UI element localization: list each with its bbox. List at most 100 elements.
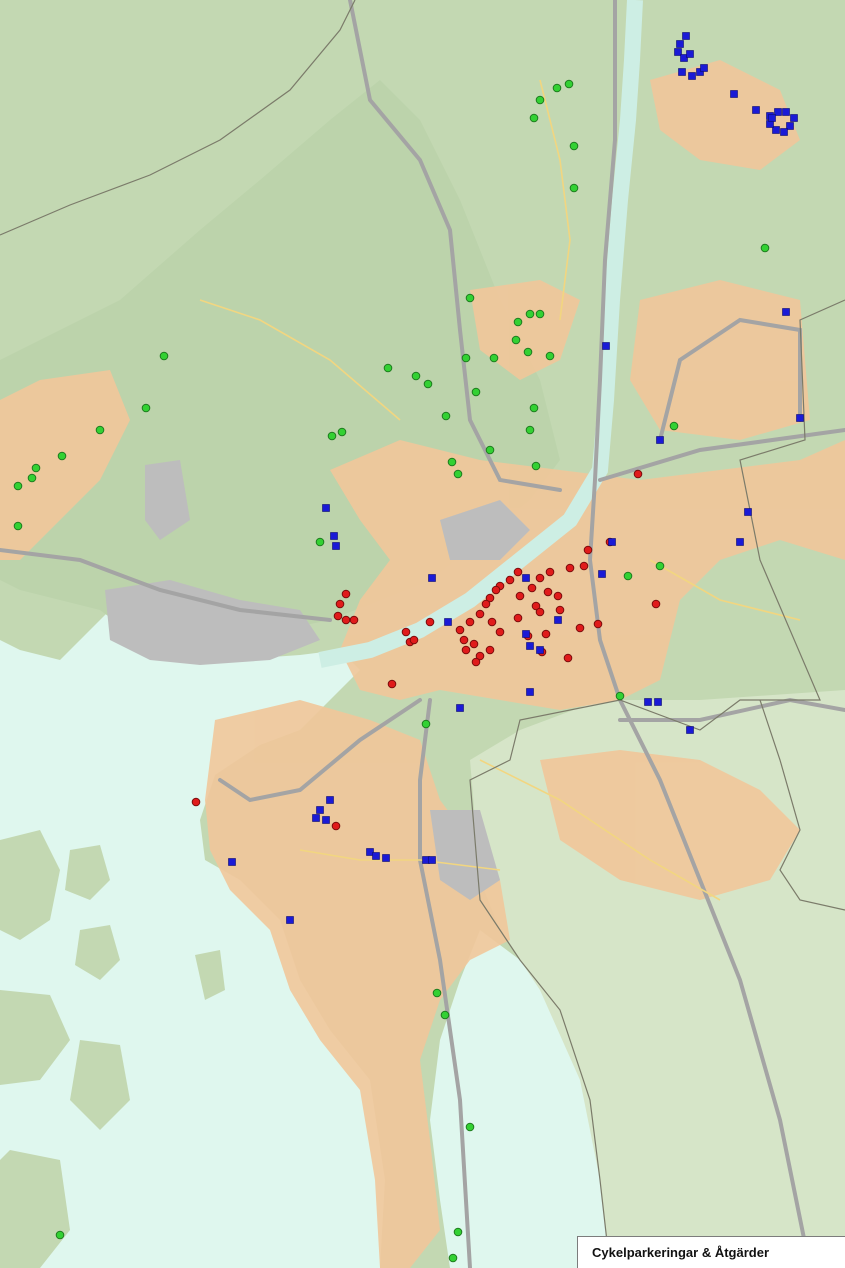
red-marker[interactable] xyxy=(535,573,545,583)
green-marker[interactable] xyxy=(511,335,521,345)
green-marker[interactable] xyxy=(327,431,337,441)
green-marker[interactable] xyxy=(423,379,433,389)
green-marker[interactable] xyxy=(448,1253,458,1263)
green-marker[interactable] xyxy=(535,95,545,105)
red-marker[interactable] xyxy=(515,591,525,601)
red-marker[interactable] xyxy=(543,587,553,597)
red-marker[interactable] xyxy=(651,599,661,609)
blue-marker[interactable] xyxy=(676,40,684,48)
red-marker[interactable] xyxy=(335,599,345,609)
red-marker[interactable] xyxy=(583,545,593,555)
blue-marker[interactable] xyxy=(322,504,330,512)
blue-marker[interactable] xyxy=(654,698,662,706)
blue-marker[interactable] xyxy=(700,64,708,72)
blue-marker[interactable] xyxy=(782,308,790,316)
green-marker[interactable] xyxy=(485,445,495,455)
blue-marker[interactable] xyxy=(316,806,324,814)
red-marker[interactable] xyxy=(465,617,475,627)
red-marker[interactable] xyxy=(505,575,515,585)
blue-marker[interactable] xyxy=(688,72,696,80)
blue-marker[interactable] xyxy=(322,816,330,824)
green-marker[interactable] xyxy=(95,425,105,435)
blue-marker[interactable] xyxy=(736,538,744,546)
red-marker[interactable] xyxy=(191,797,201,807)
green-marker[interactable] xyxy=(55,1230,65,1240)
red-marker[interactable] xyxy=(513,613,523,623)
blue-marker[interactable] xyxy=(796,414,804,422)
red-marker[interactable] xyxy=(455,625,465,635)
blue-marker[interactable] xyxy=(428,856,436,864)
red-marker[interactable] xyxy=(563,653,573,663)
red-marker[interactable] xyxy=(565,563,575,573)
red-marker[interactable] xyxy=(401,627,411,637)
green-marker[interactable] xyxy=(489,353,499,363)
green-marker[interactable] xyxy=(421,719,431,729)
red-marker[interactable] xyxy=(409,635,419,645)
green-marker[interactable] xyxy=(529,403,539,413)
green-marker[interactable] xyxy=(552,83,562,93)
blue-marker[interactable] xyxy=(228,858,236,866)
red-marker[interactable] xyxy=(491,585,501,595)
red-marker[interactable] xyxy=(469,639,479,649)
green-marker[interactable] xyxy=(465,293,475,303)
blue-marker[interactable] xyxy=(326,796,334,804)
red-marker[interactable] xyxy=(341,615,351,625)
blue-marker[interactable] xyxy=(782,108,790,116)
blue-marker[interactable] xyxy=(522,574,530,582)
green-marker[interactable] xyxy=(411,371,421,381)
blue-marker[interactable] xyxy=(526,642,534,650)
blue-marker[interactable] xyxy=(730,90,738,98)
green-marker[interactable] xyxy=(441,411,451,421)
blue-marker[interactable] xyxy=(656,436,664,444)
blue-marker[interactable] xyxy=(768,114,776,122)
green-marker[interactable] xyxy=(31,463,41,473)
green-marker[interactable] xyxy=(623,571,633,581)
blue-marker[interactable] xyxy=(428,574,436,582)
red-marker[interactable] xyxy=(487,617,497,627)
green-marker[interactable] xyxy=(529,113,539,123)
blue-marker[interactable] xyxy=(686,726,694,734)
green-marker[interactable] xyxy=(525,309,535,319)
green-marker[interactable] xyxy=(159,351,169,361)
green-marker[interactable] xyxy=(453,1227,463,1237)
blue-marker[interactable] xyxy=(744,508,752,516)
green-marker[interactable] xyxy=(669,421,679,431)
blue-marker[interactable] xyxy=(752,106,760,114)
red-marker[interactable] xyxy=(349,615,359,625)
red-marker[interactable] xyxy=(495,627,505,637)
red-marker[interactable] xyxy=(481,599,491,609)
red-marker[interactable] xyxy=(541,629,551,639)
blue-marker[interactable] xyxy=(286,916,294,924)
blue-marker[interactable] xyxy=(678,68,686,76)
map-canvas[interactable] xyxy=(0,0,845,1268)
red-marker[interactable] xyxy=(333,611,343,621)
map-view[interactable]: Cykelparkeringar & Åtgärder xyxy=(0,0,845,1268)
blue-marker[interactable] xyxy=(554,616,562,624)
red-marker[interactable] xyxy=(633,469,643,479)
green-marker[interactable] xyxy=(383,363,393,373)
green-marker[interactable] xyxy=(465,1122,475,1132)
blue-marker[interactable] xyxy=(602,342,610,350)
red-marker[interactable] xyxy=(485,645,495,655)
blue-marker[interactable] xyxy=(312,814,320,822)
red-marker[interactable] xyxy=(387,679,397,689)
red-marker[interactable] xyxy=(575,623,585,633)
blue-marker[interactable] xyxy=(780,128,788,136)
red-marker[interactable] xyxy=(579,561,589,571)
green-marker[interactable] xyxy=(447,457,457,467)
green-marker[interactable] xyxy=(569,141,579,151)
red-marker[interactable] xyxy=(545,567,555,577)
green-marker[interactable] xyxy=(564,79,574,89)
blue-marker[interactable] xyxy=(608,538,616,546)
red-marker[interactable] xyxy=(459,635,469,645)
red-marker[interactable] xyxy=(471,657,481,667)
red-marker[interactable] xyxy=(331,821,341,831)
green-marker[interactable] xyxy=(453,469,463,479)
blue-marker[interactable] xyxy=(526,688,534,696)
green-marker[interactable] xyxy=(440,1010,450,1020)
green-marker[interactable] xyxy=(315,537,325,547)
green-marker[interactable] xyxy=(525,425,535,435)
green-marker[interactable] xyxy=(13,521,23,531)
green-marker[interactable] xyxy=(461,353,471,363)
red-marker[interactable] xyxy=(535,607,545,617)
